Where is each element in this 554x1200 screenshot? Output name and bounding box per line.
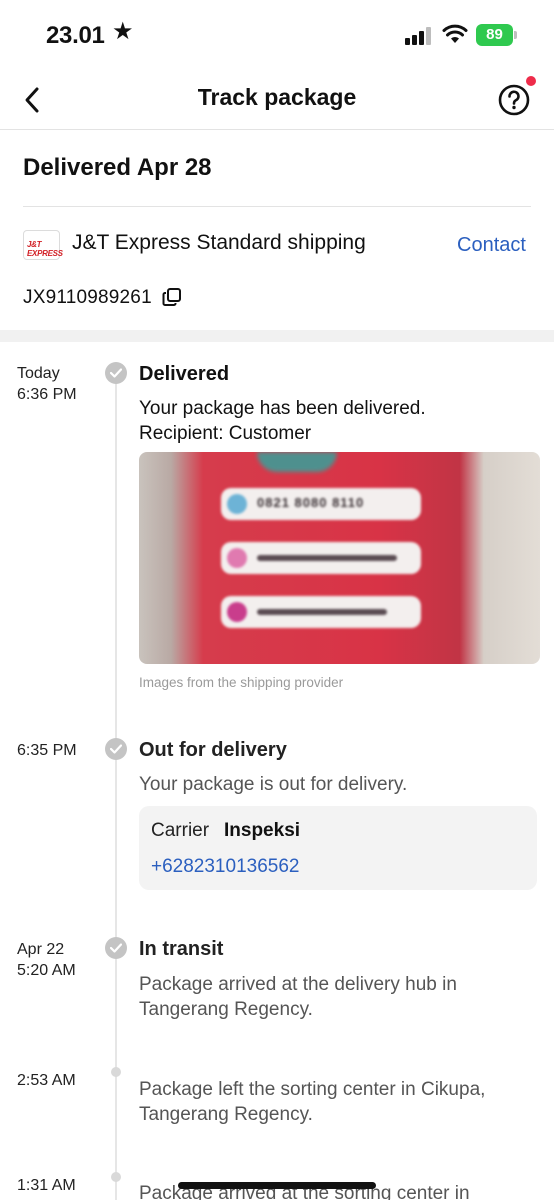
photo-caption: Images from the shipping provider [139, 675, 344, 690]
event-description-line: Package arrived at the delivery hub in [139, 974, 457, 995]
event-time: 6:35 PM [17, 740, 77, 761]
delivery-photo[interactable]: 0821 8080 8110 [139, 452, 540, 664]
home-indicator[interactable] [178, 1182, 376, 1189]
check-icon [105, 937, 127, 959]
notification-dot [526, 76, 536, 86]
event-time: Apr 22 5:20 AM [17, 939, 76, 981]
status-bar: 23.01 ★ 89 [0, 0, 554, 70]
photo-card [221, 596, 421, 628]
star-icon: ★ [112, 18, 134, 45]
event-description-line: Package left the sorting center in Cikup… [139, 1079, 486, 1100]
screen: 23.01 ★ 89 Track package Delivered Apr 2… [0, 0, 554, 1200]
event-description-line: Tangerang Regency. [139, 999, 313, 1020]
check-icon [105, 362, 127, 384]
carrier-logo: J&T EXPRESS [23, 230, 63, 260]
courier-info-card: Carrier Inspeksi +6282310136562 [139, 806, 537, 890]
event-title: Out for delivery [139, 739, 287, 761]
check-icon [105, 738, 127, 760]
event-time: Today 6:36 PM [17, 363, 77, 405]
timeline-dot [111, 1067, 121, 1077]
event-description-line: Your package has been delivered. [139, 398, 426, 419]
event-description: Your package is out for delivery. [139, 774, 408, 795]
courier-name: Inspeksi [224, 820, 301, 841]
event-title: In transit [139, 938, 224, 960]
status-time: 23.01 [46, 22, 105, 49]
event-description: Your package has been delivered. Recipie… [139, 396, 426, 446]
event-title: Delivered [139, 363, 230, 385]
page-title: Track package [197, 84, 357, 110]
battery-icon: 89 [476, 24, 517, 46]
event-date: Apr 22 [17, 941, 65, 958]
event-description: Package left the sorting center in Cikup… [139, 1077, 485, 1127]
contact-button[interactable]: Contact [457, 234, 526, 257]
photo-card: 0821 8080 8110 [221, 488, 421, 520]
section-separator [0, 330, 554, 342]
photo-card [221, 542, 421, 574]
signal-icon [405, 27, 431, 45]
event-clock: 6:36 PM [17, 386, 77, 403]
photo-phone-text: 0821 8080 8110 [257, 495, 365, 510]
divider [23, 206, 531, 207]
courier-label: Carrier [151, 820, 210, 841]
courier-phone-link[interactable]: +6282310136562 [151, 856, 299, 878]
delivery-status-heading: Delivered Apr 28 [23, 154, 212, 181]
nav-bar: Track package [0, 70, 554, 130]
carrier-logo-text: J&T EXPRESS [27, 240, 63, 258]
recipient-line: Recipient: Customer [139, 423, 312, 444]
wifi-icon [442, 24, 468, 43]
event-clock: 6:35 PM [17, 742, 77, 759]
battery-level: 89 [486, 26, 503, 43]
event-clock: 1:31 AM [17, 1177, 76, 1194]
carrier-name: J&T Express Standard shipping [72, 231, 366, 254]
copy-icon[interactable] [162, 287, 182, 307]
event-time: 2:53 AM [17, 1070, 76, 1091]
event-date: Today [17, 365, 60, 382]
event-clock: 5:20 AM [17, 962, 76, 979]
event-time: 1:31 AM [17, 1175, 76, 1196]
event-clock: 2:53 AM [17, 1072, 76, 1089]
event-description-line: Tangerang Regency. [139, 1104, 313, 1125]
event-description: Package arrived at the delivery hub in T… [139, 972, 457, 1022]
photo-decoration [257, 452, 337, 472]
tracking-number: JX9110989261 [23, 287, 152, 308]
timeline-dot [111, 1172, 121, 1182]
